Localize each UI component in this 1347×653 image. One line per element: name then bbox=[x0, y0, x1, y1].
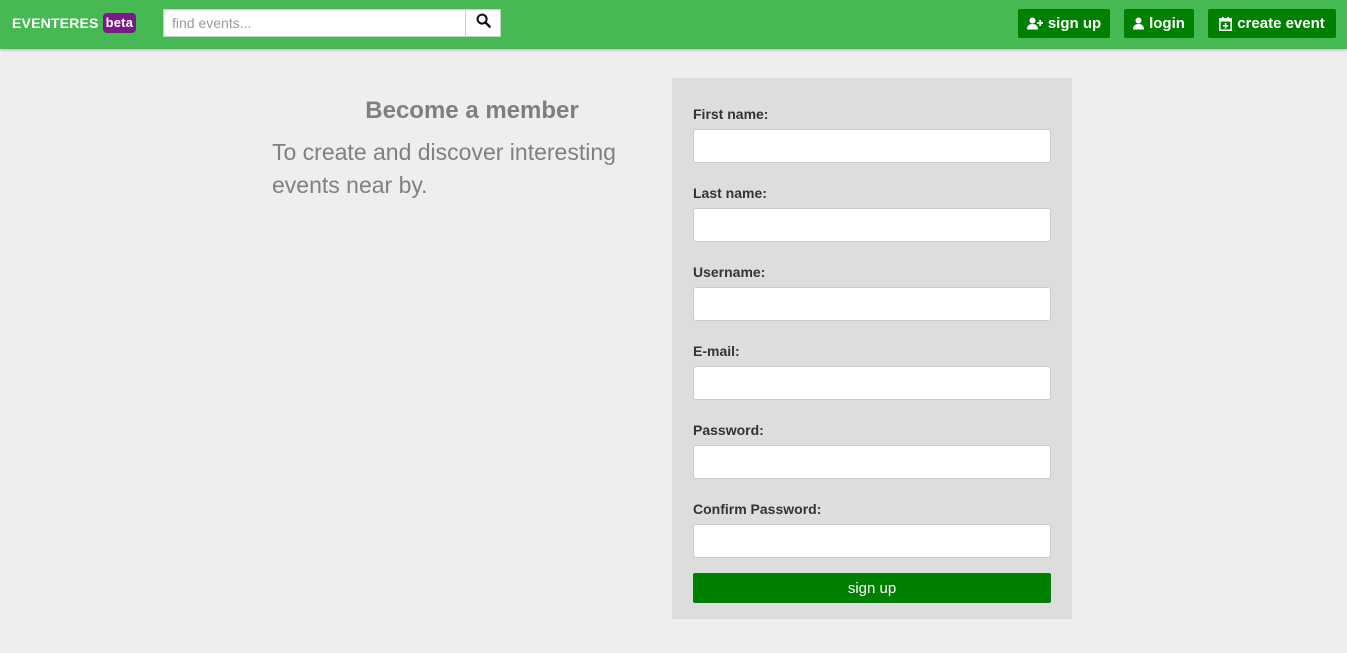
password-field[interactable] bbox=[693, 445, 1051, 479]
brand-logo[interactable]: EVENTERES beta bbox=[12, 12, 137, 34]
create-event-nav-button[interactable]: create event bbox=[1208, 9, 1336, 38]
first-name-label: First name: bbox=[693, 106, 769, 122]
signup-nav-button[interactable]: sign up bbox=[1018, 9, 1110, 38]
search-input[interactable] bbox=[163, 9, 465, 37]
email-field[interactable] bbox=[693, 366, 1051, 400]
search-button[interactable] bbox=[465, 9, 501, 37]
create-event-nav-label: create event bbox=[1237, 15, 1325, 32]
top-navbar: EVENTERES beta sign up bbox=[0, 0, 1347, 49]
search-icon bbox=[476, 13, 491, 33]
confirm-password-label: Confirm Password: bbox=[693, 501, 822, 517]
user-plus-icon bbox=[1026, 17, 1043, 30]
username-label: Username: bbox=[693, 264, 766, 280]
beta-badge: beta bbox=[102, 13, 137, 33]
signup-nav-label: sign up bbox=[1047, 15, 1102, 32]
confirm-password-field[interactable] bbox=[693, 524, 1051, 558]
last-name-field[interactable] bbox=[693, 208, 1051, 242]
user-icon bbox=[1133, 17, 1145, 30]
email-label: E-mail: bbox=[693, 343, 740, 359]
first-name-field[interactable] bbox=[693, 129, 1051, 163]
username-field[interactable] bbox=[693, 287, 1051, 321]
brand-name: EVENTERES bbox=[12, 15, 99, 31]
last-name-label: Last name: bbox=[693, 185, 767, 201]
login-nav-label: login bbox=[1149, 15, 1185, 32]
signup-form: First name: Last name: Username: E-mail:… bbox=[672, 78, 1072, 619]
signup-submit-button[interactable]: sign up bbox=[693, 573, 1051, 603]
intro-text: To create and discover interesting event… bbox=[272, 139, 616, 198]
intro-title: Become a member bbox=[365, 97, 579, 124]
login-nav-button[interactable]: login bbox=[1124, 9, 1194, 38]
password-label: Password: bbox=[693, 422, 764, 438]
search-bar bbox=[163, 9, 501, 37]
calendar-plus-icon bbox=[1219, 16, 1233, 31]
